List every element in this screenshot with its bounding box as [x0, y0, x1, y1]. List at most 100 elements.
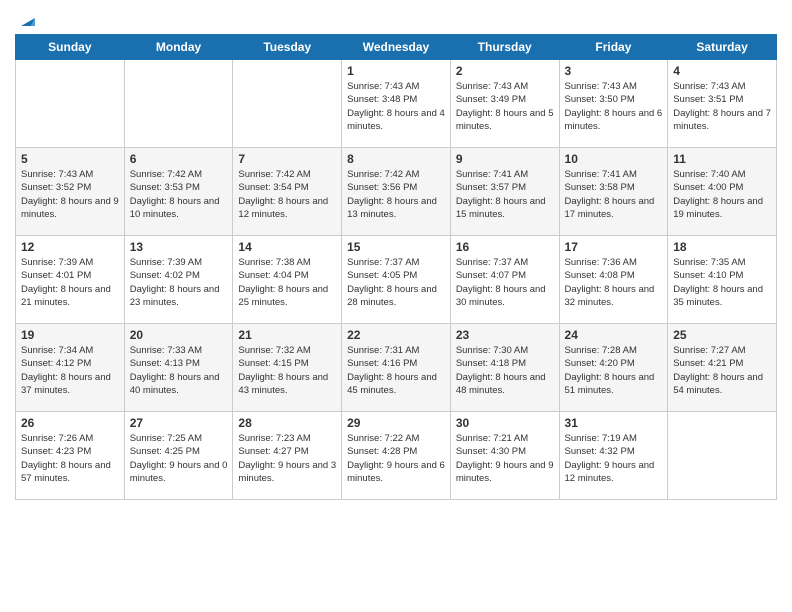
calendar-cell: 8Sunrise: 7:42 AM Sunset: 3:56 PM Daylig…: [342, 148, 451, 236]
calendar-cell: [124, 60, 233, 148]
header: [15, 10, 777, 26]
calendar-cell: 27 Sunrise: 7:25 AM Sunset: 4:25 PM Dayli…: [124, 412, 233, 500]
day-number: 11: [673, 152, 771, 166]
day-number: 21: [238, 328, 336, 342]
calendar-cell: 16 Sunrise: 7:37 AM Sunset: 4:07 PM Dayli…: [450, 236, 559, 324]
day-number: 28: [238, 416, 336, 430]
day-number: 23: [456, 328, 554, 342]
day-info: Sunrise: 7:21 AM Sunset: 4:30 PM Dayligh…: [456, 432, 554, 485]
day-info: Sunrise: 7:35 AM Sunset: 4:10 PM Dayligh…: [673, 256, 771, 309]
calendar-cell: 2 Sunrise: 7:43 AM Sunset: 3:49 PM Daylig…: [450, 60, 559, 148]
calendar-cell: 24 Sunrise: 7:28 AM Sunset: 4:20 PM Dayli…: [559, 324, 668, 412]
day-info: Sunrise: 7:34 AM Sunset: 4:12 PM Dayligh…: [21, 344, 119, 397]
day-number: 4: [673, 64, 771, 78]
calendar-cell: 30 Sunrise: 7:21 AM Sunset: 4:30 PM Dayli…: [450, 412, 559, 500]
day-info: Sunrise: 7:43 AM Sunset: 3:49 PM Dayligh…: [456, 80, 554, 133]
calendar-cell: 3 Sunrise: 7:43 AM Sunset: 3:50 PM Daylig…: [559, 60, 668, 148]
day-info: Sunrise: 7:42 AM Sunset: 3:54 PM Dayligh…: [238, 168, 336, 221]
day-number: 3: [565, 64, 663, 78]
day-info: Sunrise: 7:43 AM Sunset: 3:50 PM Dayligh…: [565, 80, 663, 133]
day-number: 29: [347, 416, 445, 430]
calendar-cell: [16, 60, 125, 148]
calendar-header-row: SundayMondayTuesdayWednesdayThursdayFrid…: [16, 35, 777, 60]
day-info: Sunrise: 7:31 AM Sunset: 4:16 PM Dayligh…: [347, 344, 445, 397]
calendar-cell: 5Sunrise: 7:43 AM Sunset: 3:52 PM Daylig…: [16, 148, 125, 236]
calendar-week-2: 5Sunrise: 7:43 AM Sunset: 3:52 PM Daylig…: [16, 148, 777, 236]
day-info: Sunrise: 7:36 AM Sunset: 4:08 PM Dayligh…: [565, 256, 663, 309]
day-info: Sunrise: 7:43 AM Sunset: 3:48 PM Dayligh…: [347, 80, 445, 133]
day-info: Sunrise: 7:33 AM Sunset: 4:13 PM Dayligh…: [130, 344, 228, 397]
day-info: Sunrise: 7:27 AM Sunset: 4:21 PM Dayligh…: [673, 344, 771, 397]
day-info: Sunrise: 7:22 AM Sunset: 4:28 PM Dayligh…: [347, 432, 445, 485]
column-header-monday: Monday: [124, 35, 233, 60]
day-number: 2: [456, 64, 554, 78]
day-info: Sunrise: 7:43 AM Sunset: 3:51 PM Dayligh…: [673, 80, 771, 133]
column-header-sunday: Sunday: [16, 35, 125, 60]
day-number: 12: [21, 240, 119, 254]
day-number: 25: [673, 328, 771, 342]
day-number: 7: [238, 152, 336, 166]
calendar-cell: 14 Sunrise: 7:38 AM Sunset: 4:04 PM Dayli…: [233, 236, 342, 324]
day-info: Sunrise: 7:38 AM Sunset: 4:04 PM Dayligh…: [238, 256, 336, 309]
day-number: 31: [565, 416, 663, 430]
day-number: 22: [347, 328, 445, 342]
day-number: 19: [21, 328, 119, 342]
calendar-cell: 21 Sunrise: 7:32 AM Sunset: 4:15 PM Dayli…: [233, 324, 342, 412]
calendar-cell: 9 Sunrise: 7:41 AM Sunset: 3:57 PM Daylig…: [450, 148, 559, 236]
day-number: 13: [130, 240, 228, 254]
page: SundayMondayTuesdayWednesdayThursdayFrid…: [0, 0, 792, 612]
day-info: Sunrise: 7:40 AM Sunset: 4:00 PM Dayligh…: [673, 168, 771, 221]
calendar-cell: 28Sunrise: 7:23 AM Sunset: 4:27 PM Dayli…: [233, 412, 342, 500]
column-header-thursday: Thursday: [450, 35, 559, 60]
day-number: 9: [456, 152, 554, 166]
calendar-week-5: 26 Sunrise: 7:26 AM Sunset: 4:23 PM Dayli…: [16, 412, 777, 500]
calendar-cell: [233, 60, 342, 148]
calendar-week-4: 19 Sunrise: 7:34 AM Sunset: 4:12 PM Dayli…: [16, 324, 777, 412]
calendar-cell: 15Sunrise: 7:37 AM Sunset: 4:05 PM Dayli…: [342, 236, 451, 324]
calendar-cell: 29 Sunrise: 7:22 AM Sunset: 4:28 PM Dayli…: [342, 412, 451, 500]
day-info: Sunrise: 7:41 AM Sunset: 3:58 PM Dayligh…: [565, 168, 663, 221]
calendar-cell: 25 Sunrise: 7:27 AM Sunset: 4:21 PM Dayli…: [668, 324, 777, 412]
day-info: Sunrise: 7:25 AM Sunset: 4:25 PM Dayligh…: [130, 432, 228, 485]
day-number: 1: [347, 64, 445, 78]
day-number: 6: [130, 152, 228, 166]
day-info: Sunrise: 7:43 AM Sunset: 3:52 PM Dayligh…: [21, 168, 119, 221]
day-number: 14: [238, 240, 336, 254]
day-info: Sunrise: 7:28 AM Sunset: 4:20 PM Dayligh…: [565, 344, 663, 397]
day-number: 30: [456, 416, 554, 430]
day-number: 20: [130, 328, 228, 342]
calendar-cell: 31 Sunrise: 7:19 AM Sunset: 4:32 PM Dayli…: [559, 412, 668, 500]
day-info: Sunrise: 7:42 AM Sunset: 3:53 PM Dayligh…: [130, 168, 228, 221]
column-header-wednesday: Wednesday: [342, 35, 451, 60]
column-header-tuesday: Tuesday: [233, 35, 342, 60]
day-number: 27: [130, 416, 228, 430]
day-info: Sunrise: 7:26 AM Sunset: 4:23 PM Dayligh…: [21, 432, 119, 485]
day-number: 26: [21, 416, 119, 430]
calendar-cell: 6 Sunrise: 7:42 AM Sunset: 3:53 PM Daylig…: [124, 148, 233, 236]
day-info: Sunrise: 7:41 AM Sunset: 3:57 PM Dayligh…: [456, 168, 554, 221]
day-number: 24: [565, 328, 663, 342]
calendar-cell: 23Sunrise: 7:30 AM Sunset: 4:18 PM Dayli…: [450, 324, 559, 412]
column-header-saturday: Saturday: [668, 35, 777, 60]
calendar-cell: 12 Sunrise: 7:39 AM Sunset: 4:01 PM Dayli…: [16, 236, 125, 324]
calendar-cell: 20 Sunrise: 7:33 AM Sunset: 4:13 PM Dayli…: [124, 324, 233, 412]
day-info: Sunrise: 7:37 AM Sunset: 4:05 PM Dayligh…: [347, 256, 445, 309]
column-header-friday: Friday: [559, 35, 668, 60]
day-number: 10: [565, 152, 663, 166]
calendar-cell: 26 Sunrise: 7:26 AM Sunset: 4:23 PM Dayli…: [16, 412, 125, 500]
calendar-cell: 17 Sunrise: 7:36 AM Sunset: 4:08 PM Dayli…: [559, 236, 668, 324]
day-info: Sunrise: 7:39 AM Sunset: 4:01 PM Dayligh…: [21, 256, 119, 309]
calendar-week-3: 12 Sunrise: 7:39 AM Sunset: 4:01 PM Dayli…: [16, 236, 777, 324]
day-number: 17: [565, 240, 663, 254]
calendar-table: SundayMondayTuesdayWednesdayThursdayFrid…: [15, 34, 777, 500]
calendar-cell: 22 Sunrise: 7:31 AM Sunset: 4:16 PM Dayli…: [342, 324, 451, 412]
calendar-cell: 13Sunrise: 7:39 AM Sunset: 4:02 PM Dayli…: [124, 236, 233, 324]
day-info: Sunrise: 7:32 AM Sunset: 4:15 PM Dayligh…: [238, 344, 336, 397]
calendar-week-1: 1 Sunrise: 7:43 AM Sunset: 3:48 PM Daylig…: [16, 60, 777, 148]
calendar-cell: 11 Sunrise: 7:40 AM Sunset: 4:00 PM Dayli…: [668, 148, 777, 236]
day-info: Sunrise: 7:19 AM Sunset: 4:32 PM Dayligh…: [565, 432, 663, 485]
calendar-cell: 19 Sunrise: 7:34 AM Sunset: 4:12 PM Dayli…: [16, 324, 125, 412]
day-number: 8: [347, 152, 445, 166]
day-number: 16: [456, 240, 554, 254]
day-info: Sunrise: 7:37 AM Sunset: 4:07 PM Dayligh…: [456, 256, 554, 309]
